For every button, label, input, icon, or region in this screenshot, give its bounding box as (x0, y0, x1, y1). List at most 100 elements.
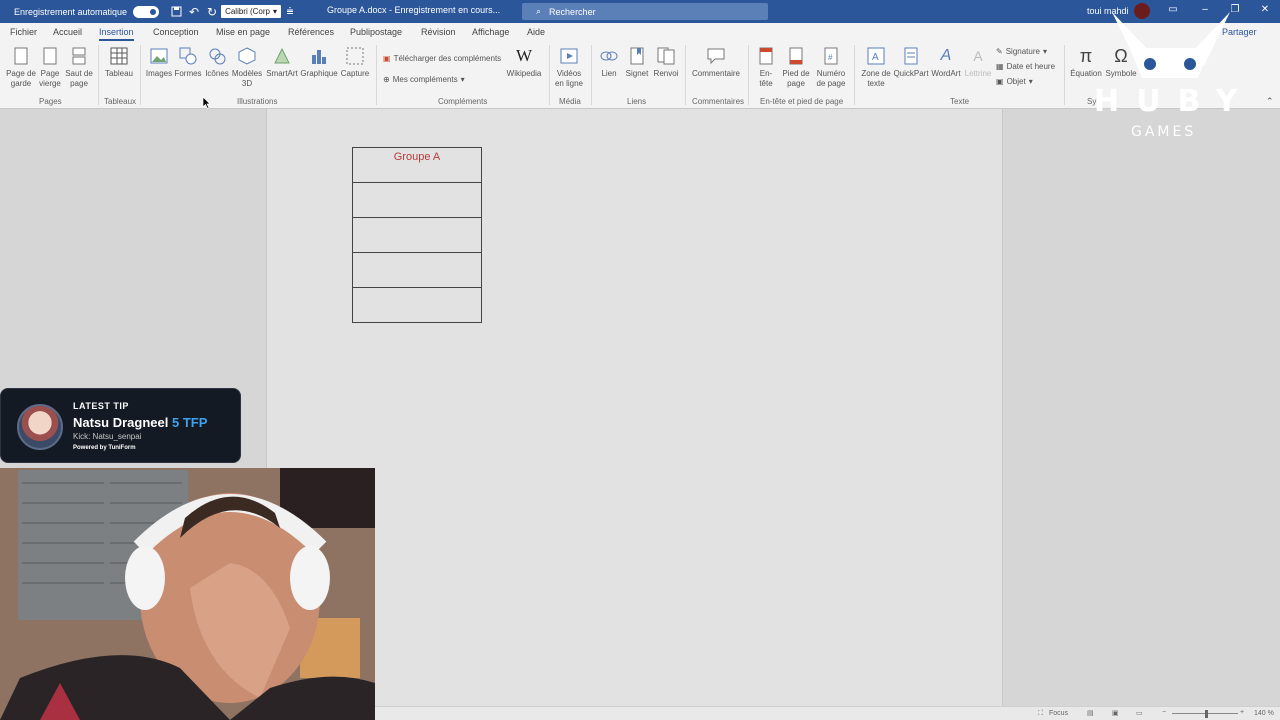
zoom-out-icon[interactable]: − (1162, 709, 1166, 716)
tab-revision[interactable]: Révision (421, 27, 456, 37)
shapes-button[interactable]: Formes (174, 47, 202, 79)
object-button[interactable]: ▣ Objet ▾ (996, 77, 1033, 86)
redo-icon[interactable]: ↻ (203, 3, 221, 21)
smartart-button[interactable]: SmartArt (265, 47, 299, 79)
read-mode-icon[interactable]: ▤ (1087, 709, 1094, 717)
button-label: Lettrine (964, 69, 992, 78)
get-addins-button[interactable]: ▣ Télécharger des compléments (383, 54, 501, 63)
focus-button[interactable]: Focus (1049, 710, 1068, 717)
document-table[interactable]: Groupe A (352, 147, 482, 323)
tipper-name-text: Natsu Dragneel (73, 415, 169, 430)
zoom-slider-thumb[interactable] (1205, 710, 1208, 718)
tipper-kick-handle: Kick: Natsu_senpai (73, 432, 142, 441)
header-icon (757, 47, 775, 65)
dropcap-button[interactable]: A Lettrine (963, 47, 993, 79)
comment-button[interactable]: Commentaire (690, 47, 742, 79)
cross-reference-button[interactable]: Renvoi (652, 47, 680, 79)
quickpart-icon (902, 47, 920, 65)
link-icon (600, 47, 618, 65)
close-icon[interactable]: ✕ (1258, 4, 1272, 18)
button-label: Renvoi (653, 69, 679, 78)
button-label: Commentaire (691, 69, 740, 78)
table-title-cell[interactable]: Groupe A (352, 147, 482, 183)
blank-page-button[interactable]: Page vierge (38, 47, 62, 89)
autosave-toggle[interactable]: Enregistrement automatique (14, 5, 160, 18)
table-cell[interactable] (352, 287, 482, 323)
3d-models-button[interactable]: Modèles 3D (230, 47, 264, 89)
page-number-icon: # (822, 47, 840, 65)
button-label: Lien (601, 69, 617, 78)
table-button[interactable]: Tableau (104, 47, 134, 79)
tab-conception[interactable]: Conception (153, 27, 199, 37)
button-label: Tableau (104, 69, 134, 78)
chevron-down-icon: ▾ (460, 75, 465, 84)
powered-by: Powered by TuniForm (73, 445, 136, 451)
group-divider (685, 45, 686, 105)
chart-icon (310, 47, 328, 65)
group-label-illustrations: Illustrations (237, 97, 278, 106)
group-label-tableaux: Tableaux (104, 97, 137, 106)
chevron-down-icon: ▾ (1042, 47, 1047, 56)
document-title[interactable]: Groupe A.docx - Enregistrement en cours.… (327, 5, 500, 15)
date-time-button[interactable]: ▦ Date et heure (996, 62, 1055, 71)
button-label: Numéro de page (816, 69, 846, 88)
toggle-switch[interactable] (133, 5, 160, 18)
collapse-ribbon-icon[interactable]: ⌃ (1266, 96, 1274, 107)
tab-aide[interactable]: Aide (527, 27, 545, 37)
text-box-icon: A (867, 47, 885, 65)
tab-fichier[interactable]: Fichier (10, 27, 37, 37)
signature-button[interactable]: ✎ Signature ▾ (996, 47, 1047, 56)
button-label: Signet (625, 69, 649, 78)
tab-affichage[interactable]: Affichage (472, 27, 509, 37)
my-addins-button[interactable]: ⊕ Mes compléments ▾ (383, 75, 465, 84)
group-label-complements: Compléments (438, 97, 488, 106)
wordart-button[interactable]: A WordArt (930, 47, 962, 79)
icons-button[interactable]: Icônes (203, 47, 231, 79)
zoom-level[interactable]: 140 % (1254, 710, 1274, 717)
footer-button[interactable]: Pied de page (780, 47, 812, 89)
font-selector[interactable]: Calibri (Corp ▾ (221, 5, 281, 18)
search-input[interactable]: ⌕ Rechercher (522, 3, 768, 20)
button-label: Date et heure (1006, 62, 1056, 71)
wikipedia-button[interactable]: W Wikipedia (505, 47, 543, 79)
web-layout-icon[interactable]: ▭ (1136, 709, 1143, 717)
cover-page-button[interactable]: Page de garde (6, 47, 36, 89)
link-button[interactable]: Lien (597, 47, 621, 79)
group-divider (591, 45, 592, 105)
focus-icon[interactable]: ⛶ (1038, 710, 1043, 718)
group-label-pages: Pages (39, 97, 62, 106)
tab-accueil[interactable]: Accueil (53, 27, 82, 37)
images-button[interactable]: Images (145, 47, 173, 79)
online-video-button[interactable]: Vidéos en ligne (553, 47, 585, 89)
quickpart-button[interactable]: QuickPart (893, 47, 929, 79)
header-button[interactable]: En-tête (754, 47, 778, 89)
bookmark-button[interactable]: Signet (624, 47, 650, 79)
table-cell[interactable] (352, 182, 482, 218)
save-icon[interactable] (167, 3, 185, 21)
table-cell[interactable] (352, 217, 482, 253)
table-cell[interactable] (352, 252, 482, 288)
text-box-button[interactable]: A Zone de texte (859, 47, 893, 89)
page-break-button[interactable]: Saut de page (64, 47, 94, 89)
footer-icon (787, 47, 805, 65)
object-icon: ▣ (996, 77, 1004, 86)
button-label: Icônes (205, 69, 229, 78)
undo-icon[interactable]: ↶ (185, 3, 203, 21)
group-divider (98, 45, 99, 105)
screenshot-button[interactable]: Capture (339, 47, 371, 79)
chart-button[interactable]: Graphique (300, 47, 338, 79)
tab-publipostage[interactable]: Publipostage (350, 27, 402, 37)
tab-mise-en-page[interactable]: Mise en page (216, 27, 270, 37)
search-placeholder: Rechercher (549, 6, 596, 17)
group-divider (549, 45, 550, 105)
logo-text: HUBY (1094, 84, 1255, 119)
tab-references[interactable]: Références (288, 27, 334, 37)
zoom-in-icon[interactable]: + (1240, 709, 1244, 716)
tip-amount: 5 TFP (172, 415, 208, 430)
cube-icon (238, 47, 256, 65)
print-layout-icon[interactable]: ▣ (1112, 709, 1119, 717)
customize-toolbar-icon[interactable]: ⩧ (281, 3, 299, 21)
group-label-media: Média (559, 97, 581, 106)
tab-insertion[interactable]: Insertion (99, 27, 134, 41)
page-number-button[interactable]: # Numéro de page (813, 47, 849, 89)
